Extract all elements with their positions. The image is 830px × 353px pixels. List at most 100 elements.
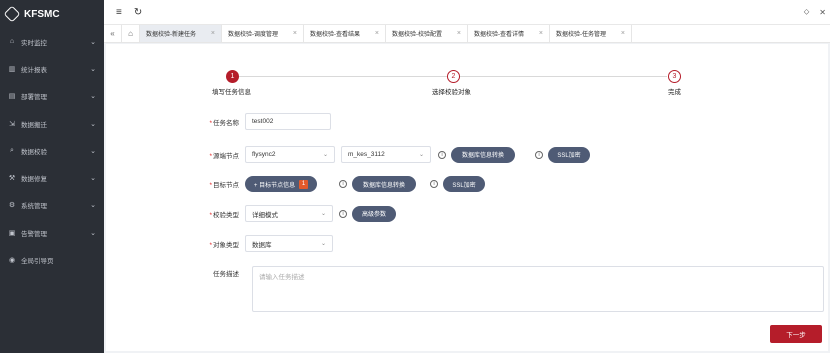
chevron-down-icon: ⌄ [90,93,96,101]
tab-close-icon[interactable]: × [457,30,461,37]
add-target-node-button[interactable]: + 目标节点信息 1 [245,176,317,192]
refresh-icon[interactable]: ↻ [134,7,142,18]
tabs-bar: « ⌂ 数据校验-新建任务 × 数据校验-调度管理 × 数据校验-查看结果 × 数据校验-校… [104,25,830,43]
check-type-select[interactable]: 详细模式 ⌄ [245,205,333,222]
object-type-label-text: 对象类型 [213,241,239,249]
menu-toggle-icon[interactable]: ≡ [116,7,122,18]
sidebar-item-label: 数据校验 [21,148,47,156]
tab-0[interactable]: 数据校验-新建任务 × [140,25,222,42]
tab-1[interactable]: 数据校验-调度管理 × [222,25,304,42]
chevron-down-icon: ⌄ [90,175,96,183]
tab-close-icon[interactable]: × [293,30,297,37]
tab-close-icon[interactable]: × [211,30,215,37]
sidebar-item-1[interactable]: ▥ 统计报表 ⌄ [0,55,104,82]
source-node-select[interactable]: flysync2 ⌄ [245,146,335,163]
source-node-label: *源端节点 [106,150,245,160]
target-node-label: *目标节点 [106,179,245,189]
chevron-down-icon: ⌄ [320,211,326,217]
info-icon[interactable]: i [339,180,347,188]
migrate-icon: ⇲ [9,120,15,128]
advanced-params-button[interactable]: 高级参数 [352,205,396,222]
tab-3[interactable]: 数据校验-校验配置 × [386,25,468,42]
step-2-label: 选择校验对象 [432,89,471,96]
required-mark: * [209,119,212,127]
target-ssl-button[interactable]: SSL加密 [443,176,485,192]
tag-icon[interactable]: ⬦ [804,7,810,17]
object-type-select[interactable]: 数据库 ⌄ [245,235,333,252]
sidebar-item-label: 数据修复 [21,176,47,184]
chevron-down-icon: ⌄ [322,152,328,158]
sidebar-item-label: 统计报表 [21,66,47,74]
check-type-value: 详细模式 [252,211,278,219]
source-node-row: *源端节点 flysync2 ⌄ m_kes_3112 ⌄ i 数据库信息转换 i … [106,146,590,163]
task-name-input[interactable]: test002 [245,113,331,130]
step-connector [239,76,452,77]
collapse-tabs-icon[interactable]: « [104,25,122,42]
sidebar-item-label: 全局引导页 [21,258,54,266]
tab-close-icon[interactable]: × [621,30,625,37]
source-db-select[interactable]: m_kes_3112 ⌄ [341,146,431,163]
description-label: 任务描述 [213,271,239,278]
top-bar: ≡ ↻ ⬦ ✕ [104,0,830,25]
info-icon[interactable]: i [339,209,347,218]
step-connector [460,76,667,77]
check-type-row: *校验类型 详细模式 ⌄ i 高级参数 [106,205,396,222]
task-name-label-text: 任务名称 [213,119,239,127]
sidebar-item-2[interactable]: ▤ 部署管理 ⌄ [0,83,104,110]
tab-label: 数据校验-查看详情 [474,32,524,38]
tab-5[interactable]: 数据校验-任务管理 × [550,25,632,42]
guide-icon: ◉ [8,257,16,265]
tab-close-icon[interactable]: × [539,30,543,37]
close-icon[interactable]: ✕ [819,8,826,17]
tab-close-icon[interactable]: × [375,30,379,37]
object-type-value: 数据库 [252,241,272,249]
info-icon[interactable]: i [430,180,438,188]
sidebar-item-3[interactable]: ⇲ 数据搬迁 ⌄ [0,110,104,137]
next-step-button[interactable]: 下一步 [770,325,822,343]
repair-icon: ⚒ [8,175,16,183]
object-type-row: *对象类型 数据库 ⌄ [106,235,333,252]
sidebar-item-label: 系统管理 [21,203,47,211]
settings-icon: ⚙ [8,202,16,210]
chevron-down-icon: ⌄ [90,65,96,73]
chart-icon: ▥ [8,65,16,73]
tab-2[interactable]: 数据校验-查看结果 × [304,25,386,42]
sidebar: KFSMC ⌂ 实时监控 ⌄ ▥ 统计报表 ⌄ ▤ 部署管理 ⌄ ⇲ 数据搬迁 ⌄ ⌕ 数据校验 ⌄ ⚒ 数据修… [0,0,104,353]
source-ssl-button[interactable]: SSL加密 [548,146,590,163]
sidebar-item-5[interactable]: ⚒ 数据修复 ⌄ [0,164,104,191]
sidebar-item-0[interactable]: ⌂ 实时监控 ⌄ [0,28,104,55]
check-type-label-text: 校验类型 [213,211,239,219]
chevron-down-icon: ⌄ [320,241,326,247]
required-mark: * [209,182,212,189]
tab-label: 数据校验-调度管理 [228,32,278,38]
tab-4[interactable]: 数据校验-查看详情 × [468,25,550,42]
sidebar-item-6[interactable]: ⚙ 系统管理 ⌄ [0,192,104,219]
description-textarea[interactable]: 请输入任务描述 [252,266,824,312]
target-node-row: *目标节点 + 目标节点信息 1 i 数据库信息转换 i SSL加密 [106,176,485,192]
tab-label: 数据校验-校验配置 [392,32,442,38]
add-target-node-label: + 目标节点信息 [253,182,296,189]
sidebar-item-4[interactable]: ⌕ 数据校验 ⌄ [0,137,104,164]
deploy-icon: ▤ [8,93,16,101]
alarm-icon: ▣ [8,229,16,237]
info-icon[interactable]: i [535,150,543,159]
target-convert-button[interactable]: 数据库信息转换 [352,176,416,192]
step-3-label: 完成 [668,89,681,96]
sidebar-item-label: 部署管理 [21,94,47,102]
chevron-down-icon: ⌄ [90,147,96,155]
task-name-row: *任务名称 test002 [106,113,331,130]
app-logo: KFSMC [0,0,104,28]
stepper: 1 填写任务信息 2 选择校验对象 3 完成 [106,70,828,100]
description-row: 任务描述 [106,268,245,278]
main-content: 1 填写任务信息 2 选择校验对象 3 完成 *任务名称 test002 *源端… [106,44,828,351]
step-3-circle: 3 [668,70,681,83]
step-2-circle: 2 [447,70,460,83]
chevron-down-icon: ⌄ [418,152,424,158]
sidebar-item-8[interactable]: ◉ 全局引导页 [0,246,104,273]
sidebar-item-label: 告警管理 [21,230,47,238]
home-icon[interactable]: ⌂ [122,25,140,42]
chevron-down-icon: ⌄ [90,120,96,128]
source-convert-button[interactable]: 数据库信息转换 [451,146,515,163]
sidebar-item-7[interactable]: ▣ 告警管理 ⌄ [0,219,104,246]
info-icon[interactable]: i [438,150,446,159]
